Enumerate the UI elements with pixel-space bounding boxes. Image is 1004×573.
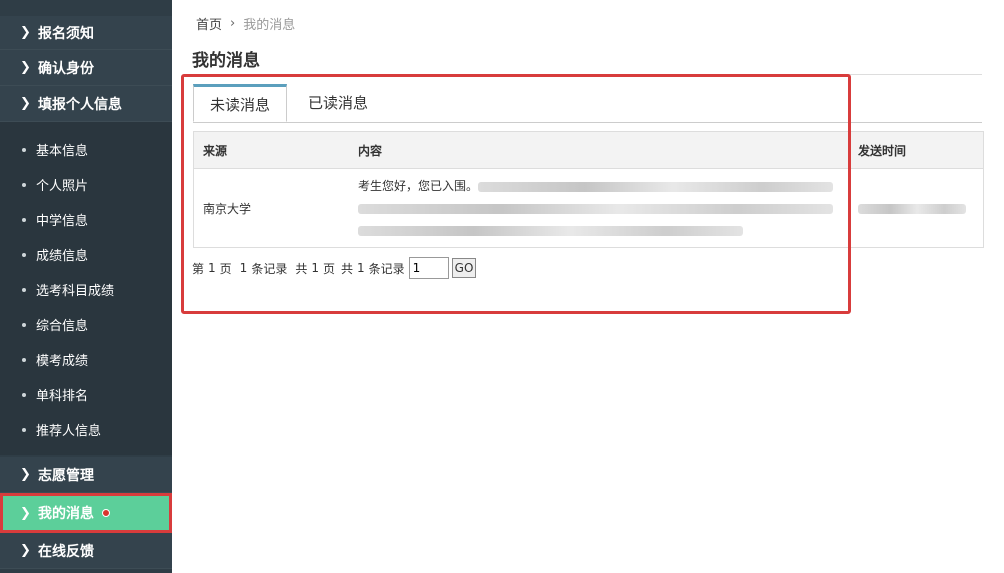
- sub-item-label: 中学信息: [36, 214, 89, 229]
- column-header-time: 发送时间: [858, 143, 907, 158]
- nav-item-label: 志愿管理: [38, 467, 94, 484]
- nav-item-label: 报名须知: [38, 25, 94, 42]
- nav-item-application-management[interactable]: ❯ 志愿管理: [0, 457, 172, 493]
- sub-item-label: 成绩信息: [36, 249, 89, 264]
- bullet-icon: [22, 287, 26, 292]
- sub-item-label: 推荐人信息: [36, 424, 102, 439]
- chevron-right-icon: ❯: [20, 60, 31, 75]
- sub-item-label: 模考成绩: [36, 354, 89, 369]
- chevron-right-icon: ❯: [20, 543, 31, 558]
- breadcrumb-home-link[interactable]: 首页: [196, 14, 222, 33]
- nav-item-label: 确认身份: [38, 60, 94, 77]
- page-title: 我的消息: [192, 51, 260, 71]
- chevron-right-icon: ❯: [20, 96, 31, 111]
- sidebar: ❯ 报名须知 ❯ 确认身份 ❯ 填报个人信息 基本信息 个人照片 中学信息 成绩…: [0, 0, 172, 573]
- nav-item-confirm-identity[interactable]: ❯ 确认身份: [0, 50, 172, 86]
- sub-item-score-info[interactable]: 成绩信息: [0, 237, 172, 272]
- breadcrumb-current: 我的消息: [243, 18, 296, 33]
- sub-item-elective-scores[interactable]: 选考科目成绩: [0, 272, 172, 307]
- nav-item-online-feedback[interactable]: ❯ 在线反馈: [0, 533, 172, 569]
- chevron-right-icon: ❯: [20, 467, 31, 482]
- sub-item-mock-scores[interactable]: 模考成绩: [0, 342, 172, 377]
- bullet-icon: [22, 182, 26, 187]
- sub-item-comprehensive-info[interactable]: 综合信息: [0, 307, 172, 342]
- chevron-right-icon: ❯: [20, 505, 31, 521]
- bullet-icon: [22, 357, 26, 362]
- nav-item-personal-info[interactable]: ❯ 填报个人信息: [0, 86, 172, 122]
- breadcrumb: 首页 › 我的消息: [196, 14, 295, 33]
- bullet-icon: [22, 252, 26, 257]
- bullet-icon: [22, 392, 26, 397]
- nav-item-registration-notice[interactable]: ❯ 报名须知: [0, 16, 172, 50]
- chevron-right-icon: ›: [230, 16, 236, 31]
- main-content: 首页 › 我的消息 我的消息 未读消息 已读消息 来源 内容 发送时间 南京大学…: [172, 0, 1004, 573]
- nav-item-label: 填报个人信息: [38, 96, 122, 113]
- chevron-right-icon: ❯: [20, 25, 31, 40]
- sub-item-subject-ranking[interactable]: 单科排名: [0, 377, 172, 412]
- bullet-icon: [22, 217, 26, 222]
- sub-item-photo[interactable]: 个人照片: [0, 167, 172, 202]
- sub-item-label: 个人照片: [36, 179, 89, 194]
- notification-dot-icon: [102, 509, 110, 517]
- cell-time: [858, 201, 983, 215]
- nav-item-label: 在线反馈: [38, 543, 94, 560]
- sub-item-label: 单科排名: [36, 389, 89, 404]
- highlight-annotation-box: [181, 74, 851, 314]
- personal-info-submenu: 基本信息 个人照片 中学信息 成绩信息 选考科目成绩 综合信息 模考成绩 单科排…: [0, 122, 172, 455]
- redacted-text: [858, 203, 966, 214]
- nav-item-label: 我的消息: [38, 506, 94, 522]
- sub-item-school-info[interactable]: 中学信息: [0, 202, 172, 237]
- bullet-icon: [22, 322, 26, 327]
- sub-item-basic-info[interactable]: 基本信息: [0, 132, 172, 167]
- sub-item-label: 选考科目成绩: [36, 284, 115, 299]
- bullet-icon: [22, 427, 26, 432]
- sub-item-recommender-info[interactable]: 推荐人信息: [0, 412, 172, 447]
- sub-item-label: 基本信息: [36, 144, 89, 159]
- sub-item-label: 综合信息: [36, 319, 89, 334]
- nav-item-my-messages[interactable]: ❯ 我的消息: [0, 493, 172, 533]
- bullet-icon: [22, 147, 26, 152]
